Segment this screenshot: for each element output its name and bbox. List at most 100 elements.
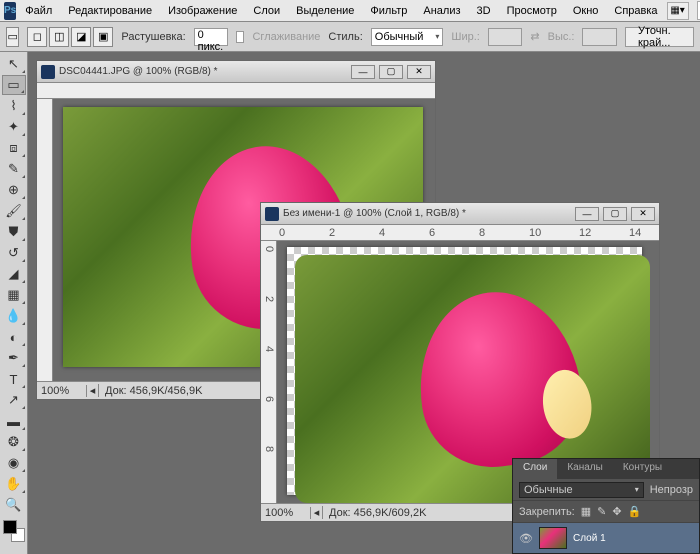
doc2-ruler-vertical: 0 2 4 6 8 xyxy=(261,241,277,521)
move-tool[interactable]: ↖ xyxy=(2,54,26,74)
menu-help[interactable]: Справка xyxy=(607,3,664,19)
close-button[interactable]: ✕ xyxy=(407,65,431,79)
eyedropper-tool[interactable]: ✎ xyxy=(2,159,26,179)
healing-tool[interactable]: ⊕ xyxy=(2,180,26,200)
layer-thumbnail[interactable] xyxy=(539,527,567,549)
panel-tabs: Слои Каналы Контуры xyxy=(513,459,699,479)
menu-file[interactable]: Файл xyxy=(18,3,59,19)
menu-image[interactable]: Изображение xyxy=(161,3,244,19)
antialias-checkbox[interactable] xyxy=(236,31,244,43)
height-input xyxy=(582,28,617,46)
maximize-button[interactable]: ▢ xyxy=(379,65,403,79)
current-tool-icon[interactable]: ▭ xyxy=(6,27,19,47)
tab-layers[interactable]: Слои xyxy=(513,459,557,479)
maximize-button[interactable]: ▢ xyxy=(603,207,627,221)
doc2-ruler-horizontal: 0 2 4 6 8 10 12 14 xyxy=(261,225,659,241)
ruler-mark: 2 xyxy=(263,296,275,302)
dodge-tool[interactable]: ◐ xyxy=(2,327,26,347)
gradient-tool[interactable]: ▦ xyxy=(2,285,26,305)
path-tool[interactable]: ↗ xyxy=(2,390,26,410)
lock-all-icon[interactable]: 🔒 xyxy=(628,505,642,518)
menu-edit[interactable]: Редактирование xyxy=(61,3,159,19)
ruler-mark: 0 xyxy=(279,227,285,239)
marquee-tool[interactable]: ▭ xyxy=(2,75,26,95)
lock-label: Закрепить: xyxy=(519,506,575,518)
menubar: Ps Файл Редактирование Изображение Слои … xyxy=(0,0,700,22)
pen-tool[interactable]: ✒ xyxy=(2,348,26,368)
close-button[interactable]: ✕ xyxy=(631,207,655,221)
selection-new[interactable]: ◻ xyxy=(27,27,47,47)
ruler-mark: 0 xyxy=(263,246,275,252)
history-brush-tool[interactable]: ↺ xyxy=(2,243,26,263)
doc2-title: Без имени-1 @ 100% (Слой 1, RGB/8) * xyxy=(283,208,571,219)
options-bar: ▭ ◻ ◫ ◪ ▣ Растушевка: 0 пикс. Сглаживани… xyxy=(0,22,700,52)
workspace-switcher[interactable]: ▦▾ xyxy=(667,2,689,20)
ruler-mark: 8 xyxy=(263,446,275,452)
zoom-tool[interactable]: 🔍 xyxy=(2,495,26,515)
blend-mode-select[interactable]: Обычные xyxy=(519,482,644,498)
tab-channels[interactable]: Каналы xyxy=(557,459,613,479)
doc2-titlebar[interactable]: Без имени-1 @ 100% (Слой 1, RGB/8) * — ▢… xyxy=(261,203,659,225)
selection-add[interactable]: ◫ xyxy=(49,27,69,47)
doc2-nav-prev[interactable]: ◂ xyxy=(311,506,323,519)
doc2-status-zoom[interactable]: 100% xyxy=(261,507,311,519)
visibility-toggle-icon[interactable]: 👁 xyxy=(519,532,533,545)
brush-tool[interactable]: 🖌 xyxy=(2,201,26,221)
menu-select[interactable]: Выделение xyxy=(289,3,361,19)
menu-3d[interactable]: 3D xyxy=(470,3,498,19)
layer-row[interactable]: 👁 Слой 1 xyxy=(513,523,699,553)
refine-edge-button[interactable]: Уточн. край... xyxy=(625,27,694,47)
wand-tool[interactable]: ✦ xyxy=(2,117,26,137)
selection-subtract[interactable]: ◪ xyxy=(71,27,91,47)
hand-tool[interactable]: ✋ xyxy=(2,474,26,494)
antialias-label: Сглаживание xyxy=(252,31,320,43)
3d-tool[interactable]: ❂ xyxy=(2,432,26,452)
ruler-mark: 6 xyxy=(429,227,435,239)
height-label: Выс.: xyxy=(548,31,575,43)
color-swatches[interactable] xyxy=(3,520,25,542)
selection-mode-group: ◻ ◫ ◪ ▣ xyxy=(27,27,113,47)
workspace: ↖ ▭ ⌇ ✦ ⧈ ✎ ⊕ 🖌 ⛊ ↺ ◢ ▦ 💧 ◐ ✒ T ↗ ▬ ❂ ◉ … xyxy=(0,52,700,554)
style-label: Стиль: xyxy=(328,31,362,43)
doc1-nav-prev[interactable]: ◂ xyxy=(87,384,99,397)
doc1-status-zoom[interactable]: 100% xyxy=(37,385,87,397)
menu-view[interactable]: Просмотр xyxy=(500,3,564,19)
ruler-mark: 8 xyxy=(479,227,485,239)
width-input xyxy=(488,28,523,46)
style-value: Обычный xyxy=(375,31,424,43)
doc1-ruler-horizontal xyxy=(37,83,435,99)
minimize-button[interactable]: — xyxy=(351,65,375,79)
blur-tool[interactable]: 💧 xyxy=(2,306,26,326)
selection-intersect[interactable]: ▣ xyxy=(93,27,113,47)
stamp-tool[interactable]: ⛊ xyxy=(2,222,26,242)
ruler-mark: 14 xyxy=(629,227,641,239)
menu-window[interactable]: Окно xyxy=(566,3,606,19)
ruler-mark: 12 xyxy=(579,227,591,239)
lock-position-icon[interactable]: ✥ xyxy=(612,505,621,518)
swap-icon: ⇄ xyxy=(530,30,539,43)
lasso-tool[interactable]: ⌇ xyxy=(2,96,26,116)
shape-tool[interactable]: ▬ xyxy=(2,411,26,431)
doc-icon xyxy=(265,207,279,221)
3d-camera-tool[interactable]: ◉ xyxy=(2,453,26,473)
crop-tool[interactable]: ⧈ xyxy=(2,138,26,158)
zoom-level[interactable]: 100%▾ xyxy=(697,1,700,20)
menu-analysis[interactable]: Анализ xyxy=(416,3,467,19)
layers-panel: Слои Каналы Контуры Обычные Непрозр Закр… xyxy=(512,458,700,554)
doc-icon xyxy=(41,65,55,79)
ruler-mark: 6 xyxy=(263,396,275,402)
opacity-label: Непрозр xyxy=(650,484,693,496)
style-select[interactable]: Обычный xyxy=(371,28,444,46)
feather-input[interactable]: 0 пикс. xyxy=(194,28,229,46)
doc1-titlebar[interactable]: DSC04441.JPG @ 100% (RGB/8) * — ▢ ✕ xyxy=(37,61,435,83)
lock-transparency-icon[interactable]: ▦ xyxy=(581,505,591,518)
layer-name[interactable]: Слой 1 xyxy=(573,533,606,544)
tab-paths[interactable]: Контуры xyxy=(613,459,672,479)
width-label: Шир.: xyxy=(451,31,479,43)
menu-filter[interactable]: Фильтр xyxy=(363,3,414,19)
minimize-button[interactable]: — xyxy=(575,207,599,221)
eraser-tool[interactable]: ◢ xyxy=(2,264,26,284)
menu-layers[interactable]: Слои xyxy=(246,3,287,19)
lock-pixels-icon[interactable]: ✎ xyxy=(597,505,606,518)
type-tool[interactable]: T xyxy=(2,369,26,389)
